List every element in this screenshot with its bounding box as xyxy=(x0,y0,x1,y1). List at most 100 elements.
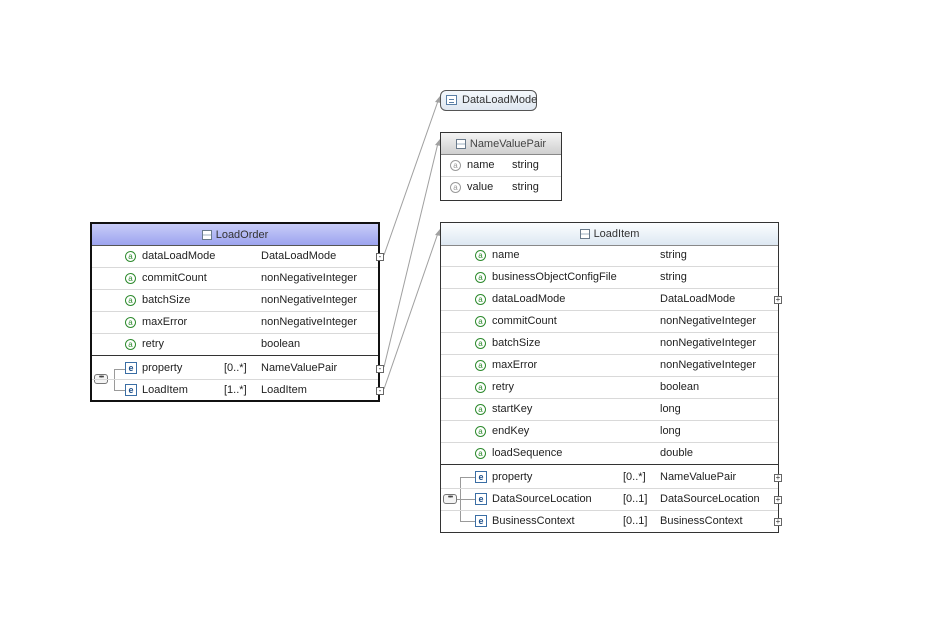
element-type: NameValuePair xyxy=(660,471,737,483)
loaditem-attr-row: a startKey long xyxy=(441,399,778,421)
attribute-icon: a xyxy=(475,404,486,415)
element-name: property xyxy=(142,362,183,374)
nvp-attr-row: a value string xyxy=(441,177,561,199)
loaditem-attr-row: a endKey long xyxy=(441,421,778,443)
attr-name: endKey xyxy=(492,425,530,437)
loadorder-attr-row: a commitCount nonNegativeInteger xyxy=(92,268,378,290)
attr-type: nonNegativeInteger xyxy=(660,315,757,327)
expand-icon[interactable]: + xyxy=(774,518,782,526)
loadorder-element-row[interactable]: e LoadItem [1..*] LoadItem - xyxy=(92,380,384,402)
element-cardinality: [0..1] xyxy=(623,515,648,527)
attribute-icon: a xyxy=(125,251,136,262)
attr-type: nonNegativeInteger xyxy=(261,316,358,328)
attr-type: long xyxy=(660,425,681,437)
attribute-icon: a xyxy=(125,273,136,284)
nvp-attr-row: a name string xyxy=(441,155,561,177)
complex-type-icon xyxy=(579,229,590,239)
loaditem-element-row[interactable]: e DataSourceLocation [0..1] DataSourceLo… xyxy=(441,489,782,511)
attribute-icon: a xyxy=(475,272,486,283)
attr-name: maxError xyxy=(142,316,188,328)
element-name: BusinessContext xyxy=(492,515,575,527)
loaditem-header: LoadItem xyxy=(441,223,778,246)
attr-type: nonNegativeInteger xyxy=(261,294,358,306)
loaditem-attr-row: a businessObjectConfigFile string xyxy=(441,267,778,289)
attribute-icon: a xyxy=(475,294,486,305)
attribute-icon: a xyxy=(475,448,486,459)
loadorder-element-row[interactable]: e property [0..*] NameValuePair - xyxy=(92,358,384,380)
element-name: DataSourceLocation xyxy=(492,493,592,505)
expand-icon[interactable]: + xyxy=(774,496,782,504)
complex-type-icon xyxy=(455,138,466,149)
attr-type: boolean xyxy=(660,381,700,393)
attr-name: retry xyxy=(492,381,514,393)
attr-name: batchSize xyxy=(142,294,191,306)
loaditem-attr-row: a maxError nonNegativeInteger xyxy=(441,355,778,377)
element-icon: e xyxy=(475,515,487,527)
simple-type-icon xyxy=(446,95,457,105)
collapse-icon[interactable]: - xyxy=(376,253,384,261)
loaditem-attr-row: a loadSequence double xyxy=(441,443,778,465)
loadorder-title: LoadOrder xyxy=(215,228,269,241)
attribute-icon: a xyxy=(475,360,486,371)
attr-type: DataLoadMode xyxy=(660,293,736,305)
loadorder-attr-row: a maxError nonNegativeInteger xyxy=(92,312,378,334)
expand-icon[interactable]: + xyxy=(774,474,782,482)
loaditem-attr-row: a dataLoadMode DataLoadMode + xyxy=(441,289,782,311)
loadorder-header: LoadOrder xyxy=(92,224,378,246)
nvp-attr-name: name xyxy=(467,159,495,171)
loaditem-box[interactable]: LoadItem a name string a businessObjectC… xyxy=(440,222,782,533)
collapse-icon[interactable]: - xyxy=(376,365,384,373)
attribute-icon: a xyxy=(125,339,136,350)
collapse-icon[interactable]: - xyxy=(376,387,384,395)
attribute-icon: a xyxy=(450,160,461,171)
attr-type: nonNegativeInteger xyxy=(660,337,757,349)
element-icon: e xyxy=(475,471,487,483)
attr-name: loadSequence xyxy=(492,447,563,459)
attr-type: nonNegativeInteger xyxy=(660,359,757,371)
attribute-icon: a xyxy=(475,250,486,261)
attr-type: long xyxy=(660,403,681,415)
attribute-icon: a xyxy=(125,295,136,306)
element-icon: e xyxy=(475,493,487,505)
attribute-icon: a xyxy=(450,182,461,193)
attr-name: dataLoadMode xyxy=(142,250,216,262)
loadorder-box[interactable]: LoadOrder a dataLoadMode DataLoadMode a … xyxy=(90,222,384,402)
loadorder-attr-row: a retry boolean xyxy=(92,334,378,356)
element-type: LoadItem xyxy=(261,384,307,396)
namevaluepair-type-box[interactable]: NameValuePair a name string a value stri… xyxy=(440,132,562,201)
attr-name: commitCount xyxy=(492,315,557,327)
loaditem-attr-row: a batchSize nonNegativeInteger xyxy=(441,333,778,355)
attr-name: batchSize xyxy=(492,337,541,349)
attr-name: name xyxy=(492,249,520,261)
namevaluepair-title: NameValuePair xyxy=(469,137,547,150)
namevaluepair-header: NameValuePair xyxy=(441,133,561,155)
loaditem-attr-row: a retry boolean xyxy=(441,377,778,399)
attr-name: businessObjectConfigFile xyxy=(492,271,617,283)
attr-type: string xyxy=(660,271,687,283)
attribute-icon: a xyxy=(475,382,486,393)
attribute-icon: a xyxy=(125,317,136,328)
element-type: NameValuePair xyxy=(261,362,338,374)
attribute-icon: a xyxy=(475,426,486,437)
loaditem-title: LoadItem xyxy=(593,228,640,240)
loaditem-attr-row: a commitCount nonNegativeInteger xyxy=(441,311,778,333)
element-icon: e xyxy=(125,384,137,396)
attr-name: startKey xyxy=(492,403,533,415)
element-name: property xyxy=(492,471,533,483)
attr-name: dataLoadMode xyxy=(492,293,566,305)
complex-type-icon xyxy=(201,229,212,240)
attr-name: commitCount xyxy=(142,272,207,284)
attribute-icon: a xyxy=(475,338,486,349)
attr-type: double xyxy=(660,447,694,459)
nvp-attr-type: string xyxy=(512,181,539,193)
loaditem-element-row[interactable]: e BusinessContext [0..1] BusinessContext… xyxy=(441,511,782,533)
expand-icon[interactable]: + xyxy=(774,296,782,304)
loaditem-element-row[interactable]: e property [0..*] NameValuePair + xyxy=(441,467,782,489)
dataloadmode-type-label: DataLoadMode xyxy=(462,94,538,106)
loadorder-attr-row: a batchSize nonNegativeInteger xyxy=(92,290,378,312)
loaditem-attr-row: a name string xyxy=(441,245,778,267)
dataloadmode-type-box[interactable]: DataLoadMode xyxy=(440,90,537,111)
attribute-icon: a xyxy=(475,316,486,327)
attr-type: string xyxy=(660,249,687,261)
element-type: DataSourceLocation xyxy=(660,493,760,505)
